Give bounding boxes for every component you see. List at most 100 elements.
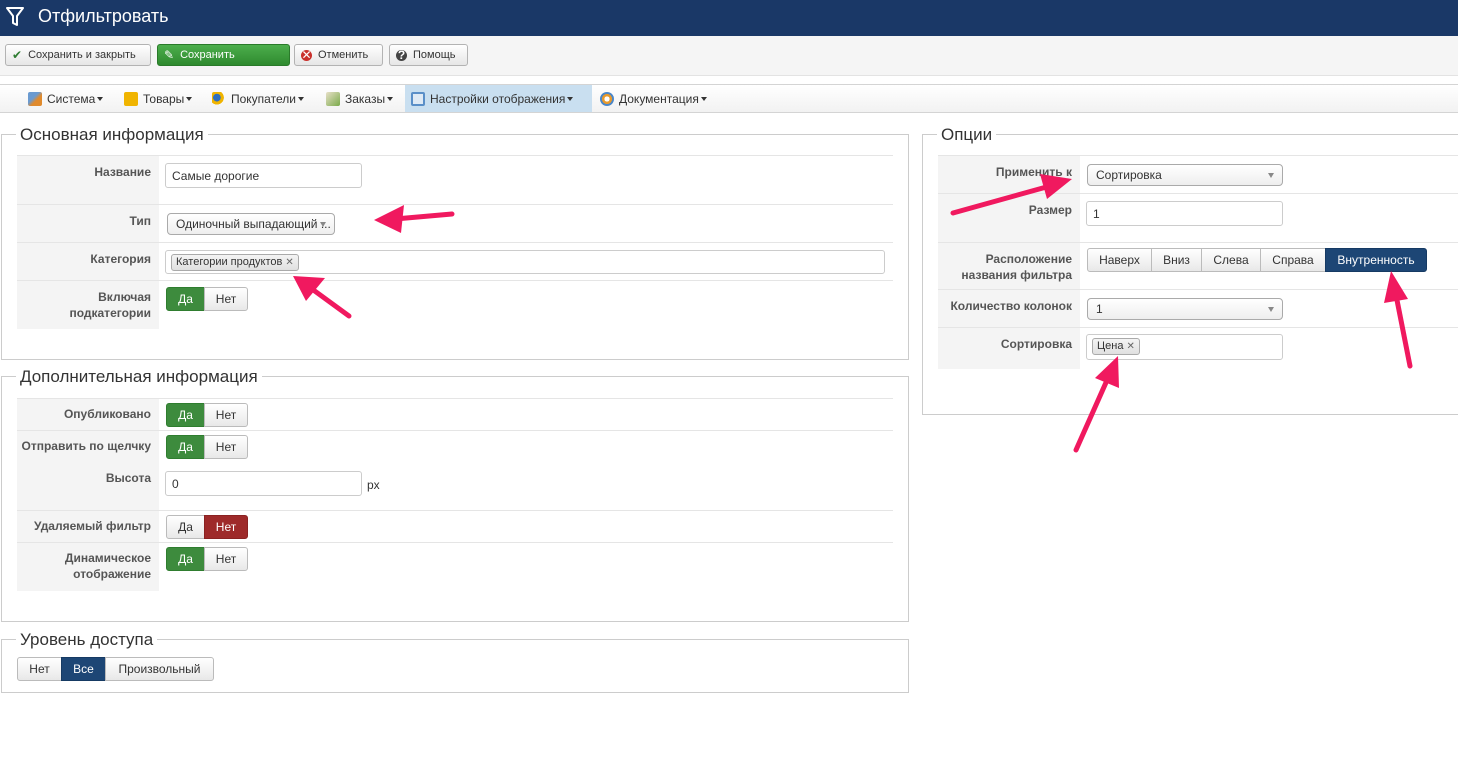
- columns-select[interactable]: 1: [1087, 298, 1283, 320]
- columns-label: Количество колонок: [938, 290, 1080, 328]
- type-select[interactable]: Одиночный выпадающий ...: [167, 213, 335, 235]
- menu-item-customers[interactable]: Покупатели: [206, 85, 310, 112]
- access-all-button[interactable]: Все: [61, 657, 106, 681]
- name-input[interactable]: Самые дорогие: [165, 163, 362, 188]
- height-input[interactable]: 0: [165, 471, 362, 496]
- cancel-label: Отменить: [318, 49, 369, 61]
- docs-icon: [600, 91, 614, 106]
- submit-click-no-button[interactable]: Нет: [204, 435, 248, 459]
- caret-down-icon: [297, 96, 304, 101]
- columns-row: Количество колонок 1: [938, 289, 1458, 328]
- edit-icon: ✎: [164, 48, 175, 62]
- save-and-close-button[interactable]: ✔ Сохранить и закрыть: [5, 44, 151, 66]
- dynamic-label: Динамическое отображение: [17, 543, 159, 591]
- access-level-toggle: Нет Все Произвольный: [17, 657, 214, 681]
- removable-no-button[interactable]: Нет: [204, 515, 248, 539]
- category-input[interactable]: Категории продуктов ✕: [165, 250, 885, 274]
- extra-info-panel: Дополнительная информация Опубликовано Д…: [1, 367, 909, 622]
- removable-row: Удаляемый фильтр Да Нет: [17, 510, 893, 542]
- subcategories-row: Включая подкатегории Да Нет: [17, 280, 893, 329]
- columns-select-value: 1: [1096, 302, 1103, 316]
- position-bottom-button[interactable]: Вниз: [1151, 248, 1202, 272]
- category-tag-label: Категории продуктов: [176, 256, 283, 268]
- help-button[interactable]: ? Помощь: [389, 44, 468, 66]
- subcategories-no-button[interactable]: Нет: [204, 287, 248, 311]
- apply-select-value: Сортировка: [1096, 168, 1162, 182]
- cancel-button[interactable]: ✕ Отменить: [294, 44, 383, 66]
- caret-down-icon: [567, 96, 574, 101]
- apply-row: Применить к Сортировка: [938, 155, 1458, 193]
- box-icon: [124, 91, 138, 106]
- sorting-input[interactable]: Цена ✕: [1086, 334, 1283, 360]
- subcategories-yes-button[interactable]: Да: [166, 287, 205, 311]
- options-panel: Опции Применить к Сортировка Размер 1 Ра…: [922, 125, 1458, 415]
- size-row: Размер 1: [938, 193, 1458, 242]
- help-icon: ?: [396, 47, 407, 62]
- position-right-button[interactable]: Справа: [1260, 248, 1326, 272]
- access-custom-button[interactable]: Произвольный: [105, 657, 214, 681]
- tools-icon: [28, 91, 42, 106]
- dynamic-toggle: Да Нет: [166, 547, 248, 571]
- extra-info-legend: Дополнительная информация: [16, 367, 262, 387]
- menu-item-system[interactable]: Система: [22, 85, 109, 112]
- caret-down-icon: [186, 96, 193, 101]
- menu-item-label: Заказы: [345, 91, 386, 106]
- save-button[interactable]: ✎ Сохранить: [157, 44, 290, 66]
- dynamic-yes-button[interactable]: Да: [166, 547, 205, 571]
- position-left-button[interactable]: Слева: [1201, 248, 1261, 272]
- menu-item-documentation[interactable]: Документация: [594, 85, 713, 112]
- users-icon: [212, 91, 226, 106]
- caret-down-icon: [387, 96, 394, 101]
- category-tag: Категории продуктов ✕: [171, 254, 299, 271]
- access-none-button[interactable]: Нет: [17, 657, 62, 681]
- title-position-row: Расположение названия фильтра Наверх Вни…: [938, 242, 1458, 290]
- menu-item-label: Система: [47, 91, 96, 106]
- menu-item-display-settings[interactable]: Настройки отображения: [405, 85, 592, 112]
- size-input[interactable]: 1: [1086, 201, 1283, 226]
- remove-tag-icon[interactable]: ✕: [285, 257, 293, 268]
- subcategories-label-line1: Включая: [98, 290, 151, 304]
- position-inside-button[interactable]: Внутренность: [1325, 248, 1427, 272]
- subcategories-label-line2: подкатегории: [69, 306, 151, 320]
- submit-click-yes-button[interactable]: Да: [166, 435, 205, 459]
- size-label: Размер: [938, 194, 1080, 242]
- main-menu: Система Товары Покупатели Заказы Настрой…: [0, 84, 1458, 113]
- menu-item-products[interactable]: Товары: [118, 85, 198, 112]
- sorting-label: Сортировка: [938, 328, 1080, 369]
- published-no-button[interactable]: Нет: [204, 403, 248, 427]
- toolbar: ✔ Сохранить и закрыть ✎ Сохранить ✕ Отме…: [0, 36, 1458, 76]
- type-select-value: Одиночный выпадающий ...: [176, 217, 331, 231]
- dynamic-no-button[interactable]: Нет: [204, 547, 248, 571]
- sorting-tag-label: Цена: [1097, 340, 1124, 352]
- cancel-icon: ✕: [301, 47, 312, 62]
- caret-down-icon: [97, 96, 104, 101]
- published-row: Опубликовано Да Нет: [17, 398, 893, 430]
- dynamic-label-line1: Динамическое: [64, 551, 151, 565]
- page-title: Отфильтровать: [38, 6, 169, 26]
- menu-item-orders[interactable]: Заказы: [320, 85, 399, 112]
- chevron-down-icon: [1268, 307, 1274, 312]
- filter-icon: [6, 7, 24, 26]
- submit-click-label: Отправить по щелчку: [17, 431, 159, 462]
- remove-tag-icon[interactable]: ✕: [1126, 341, 1134, 352]
- help-label: Помощь: [413, 49, 456, 61]
- save-and-close-label: Сохранить и закрыть: [28, 49, 136, 61]
- title-position-label-line2: названия фильтра: [961, 268, 1072, 282]
- subcategories-label: Включая подкатегории: [17, 281, 159, 329]
- type-row: Тип Одиночный выпадающий ...: [17, 204, 893, 242]
- published-yes-button[interactable]: Да: [166, 403, 205, 427]
- main-info-legend: Основная информация: [16, 125, 208, 145]
- menu-item-label: Документация: [619, 91, 699, 106]
- removable-yes-button[interactable]: Да: [166, 515, 205, 539]
- sorting-row: Сортировка Цена ✕: [938, 327, 1458, 369]
- position-top-button[interactable]: Наверх: [1087, 248, 1152, 272]
- apply-select[interactable]: Сортировка: [1087, 164, 1283, 186]
- chevron-down-icon: [1268, 173, 1274, 178]
- title-position-label: Расположение названия фильтра: [938, 243, 1080, 290]
- access-legend: Уровень доступа: [16, 630, 158, 650]
- title-position-label-line1: Расположение: [985, 252, 1072, 266]
- display-settings-icon: [411, 91, 425, 106]
- name-label: Название: [17, 156, 159, 204]
- category-row: Категория Категории продуктов ✕: [17, 242, 893, 280]
- menu-item-label: Покупатели: [231, 91, 296, 106]
